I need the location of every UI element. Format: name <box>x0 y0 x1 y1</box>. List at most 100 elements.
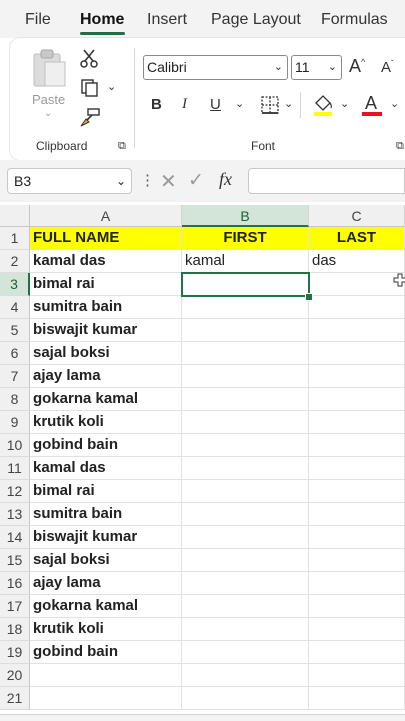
row-header[interactable]: 14 <box>0 526 30 549</box>
row-header[interactable]: 4 <box>0 296 30 319</box>
cell-c11[interactable] <box>309 457 405 480</box>
row-header[interactable]: 7 <box>0 365 30 388</box>
cell-a10[interactable]: gobind bain <box>30 434 182 457</box>
tab-file[interactable]: File <box>25 11 51 29</box>
row-header[interactable]: 17 <box>0 595 30 618</box>
row-header[interactable]: 6 <box>0 342 30 365</box>
row-header[interactable]: 16 <box>0 572 30 595</box>
cell-c6[interactable] <box>309 342 405 365</box>
cell-a8[interactable]: gokarna kamal <box>30 388 182 411</box>
row-header[interactable]: 10 <box>0 434 30 457</box>
format-painter-icon[interactable] <box>79 108 101 128</box>
cell-c21[interactable] <box>309 687 405 710</box>
cell-b2[interactable]: kamal <box>182 250 309 273</box>
cell-a15[interactable]: sajal boksi <box>30 549 182 572</box>
copy-dropdown-chevron-icon[interactable]: ⌄ <box>107 80 116 93</box>
borders-icon[interactable] <box>260 95 280 115</box>
cell-c14[interactable] <box>309 526 405 549</box>
cell-b16[interactable] <box>182 572 309 595</box>
font-color-button[interactable]: A <box>362 93 384 117</box>
row-header[interactable]: 13 <box>0 503 30 526</box>
tab-home[interactable]: Home <box>80 11 124 29</box>
cell-c17[interactable] <box>309 595 405 618</box>
cell-a18[interactable]: krutik koli <box>30 618 182 641</box>
row-header[interactable]: 2 <box>0 250 30 273</box>
confirm-entry-icon[interactable]: ✓ <box>188 169 204 192</box>
cell-c19[interactable] <box>309 641 405 664</box>
font-launcher-icon[interactable]: ⧉ <box>396 140 404 153</box>
borders-chevron-icon[interactable]: ⌄ <box>284 97 293 110</box>
cell-a14[interactable]: biswajit kumar <box>30 526 182 549</box>
decrease-font-size-icon[interactable]: Aˇ <box>381 59 394 76</box>
cell-b7[interactable] <box>182 365 309 388</box>
cell-a5[interactable]: biswajit kumar <box>30 319 182 342</box>
cell-a7[interactable]: ajay lama <box>30 365 182 388</box>
font-name-select[interactable]: Calibri ⌄ <box>143 55 288 80</box>
fill-color-chevron-icon[interactable]: ⌄ <box>340 97 349 110</box>
cell-c7[interactable] <box>309 365 405 388</box>
tab-page-layout[interactable]: Page Layout <box>211 11 301 29</box>
cell-b19[interactable] <box>182 641 309 664</box>
more-options-icon[interactable]: ⋮ <box>140 171 155 189</box>
cell-b10[interactable] <box>182 434 309 457</box>
row-header[interactable]: 3 <box>0 273 30 296</box>
row-header[interactable]: 12 <box>0 480 30 503</box>
cell-a3[interactable]: bimal rai <box>30 273 182 296</box>
cell-a20[interactable] <box>30 664 182 687</box>
cell-b13[interactable] <box>182 503 309 526</box>
cell-b18[interactable] <box>182 618 309 641</box>
cell-c9[interactable] <box>309 411 405 434</box>
cell-a17[interactable]: gokarna kamal <box>30 595 182 618</box>
cell-c13[interactable] <box>309 503 405 526</box>
cell-a4[interactable]: sumitra bain <box>30 296 182 319</box>
column-header-c[interactable]: C <box>309 205 405 227</box>
underline-button[interactable]: U <box>210 96 221 113</box>
cell-c4[interactable] <box>309 296 405 319</box>
cell-c5[interactable] <box>309 319 405 342</box>
tab-formulas[interactable]: Formulas <box>321 11 388 29</box>
row-header[interactable]: 1 <box>0 227 30 250</box>
cell-a2[interactable]: kamal das <box>30 250 182 273</box>
cell-b1[interactable]: FIRST <box>182 227 309 250</box>
bold-button[interactable]: B <box>151 96 162 113</box>
cancel-entry-icon[interactable]: ✕ <box>160 169 177 194</box>
cell-a9[interactable]: krutik koli <box>30 411 182 434</box>
clipboard-launcher-icon[interactable]: ⧉ <box>118 140 126 153</box>
row-header[interactable]: 5 <box>0 319 30 342</box>
row-header[interactable]: 9 <box>0 411 30 434</box>
font-color-chevron-icon[interactable]: ⌄ <box>390 97 399 110</box>
cell-c16[interactable] <box>309 572 405 595</box>
cell-a12[interactable]: bimal rai <box>30 480 182 503</box>
italic-button[interactable]: I <box>182 96 187 113</box>
cell-b12[interactable] <box>182 480 309 503</box>
select-all-corner[interactable] <box>0 205 30 227</box>
cell-c20[interactable] <box>309 664 405 687</box>
cell-c10[interactable] <box>309 434 405 457</box>
cell-b6[interactable] <box>182 342 309 365</box>
cell-b3[interactable] <box>182 273 309 296</box>
copy-icon[interactable] <box>80 78 100 98</box>
increase-font-size-icon[interactable]: A^ <box>349 56 365 77</box>
tab-insert[interactable]: Insert <box>147 11 187 29</box>
cell-b5[interactable] <box>182 319 309 342</box>
cell-c2[interactable]: das <box>309 250 405 273</box>
row-header[interactable]: 19 <box>0 641 30 664</box>
cell-a13[interactable]: sumitra bain <box>30 503 182 526</box>
cut-icon[interactable] <box>80 48 98 68</box>
row-header[interactable]: 15 <box>0 549 30 572</box>
row-header[interactable]: 20 <box>0 664 30 687</box>
row-header[interactable]: 11 <box>0 457 30 480</box>
cell-c15[interactable] <box>309 549 405 572</box>
row-header[interactable]: 8 <box>0 388 30 411</box>
cell-b15[interactable] <box>182 549 309 572</box>
cell-a11[interactable]: kamal das <box>30 457 182 480</box>
cell-a6[interactable]: sajal boksi <box>30 342 182 365</box>
cell-c3[interactable] <box>309 273 405 296</box>
fill-handle[interactable] <box>305 293 313 301</box>
cell-b9[interactable] <box>182 411 309 434</box>
cell-a19[interactable]: gobind bain <box>30 641 182 664</box>
cell-c8[interactable] <box>309 388 405 411</box>
cell-a1[interactable]: FULL NAME <box>30 227 182 250</box>
cell-b11[interactable] <box>182 457 309 480</box>
cell-c18[interactable] <box>309 618 405 641</box>
